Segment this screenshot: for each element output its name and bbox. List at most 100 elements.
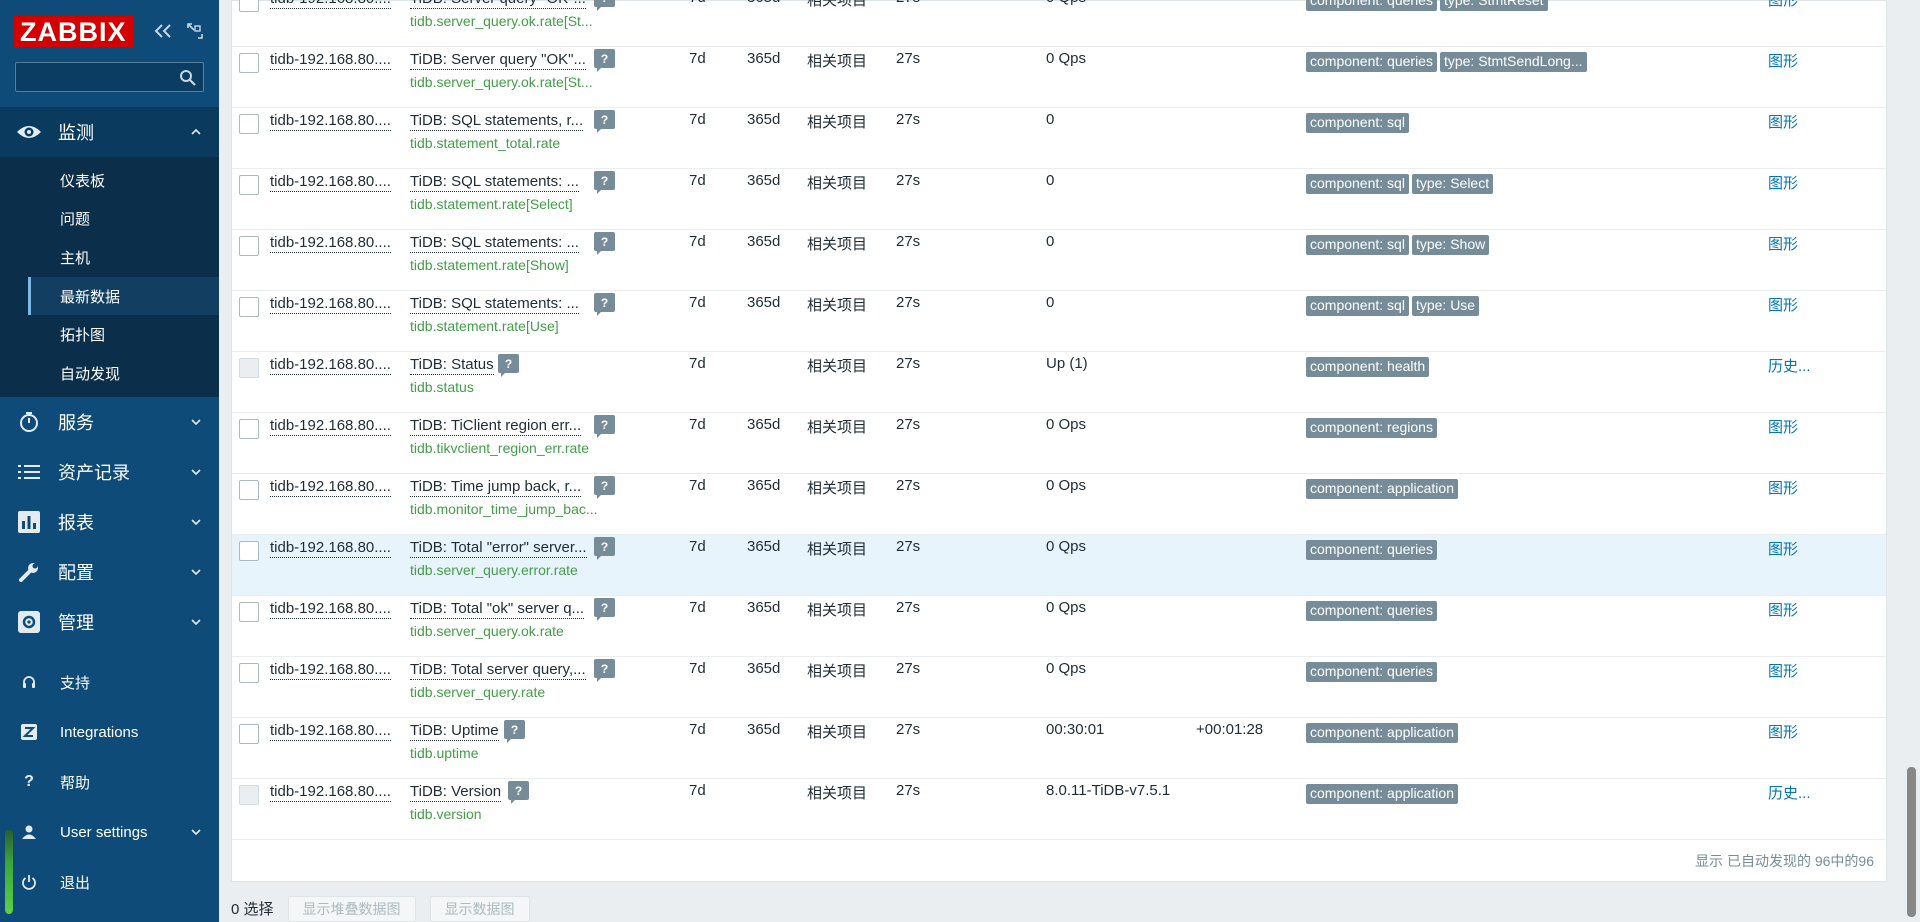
item-name-link[interactable]: TiDB: Total "ok" server q...	[410, 599, 585, 619]
tag-badge[interactable]: type: Use	[1411, 296, 1480, 316]
item-name-link[interactable]: TiDB: Uptime	[410, 721, 499, 741]
resize-handle[interactable]	[5, 830, 13, 914]
graph-history-link[interactable]: 图形	[1768, 538, 1798, 559]
host-link[interactable]: tidb-192.168.80....	[270, 172, 391, 192]
show-stacked-graph-button[interactable]: 显示堆叠数据图	[287, 895, 416, 922]
description-hint-icon[interactable]: ?	[498, 354, 519, 377]
tag-badge[interactable]: component: application	[1306, 784, 1458, 804]
item-name-link[interactable]: TiDB: TiClient region err...	[410, 416, 582, 436]
search-input[interactable]	[16, 63, 203, 91]
submenu-item-hosts[interactable]: 主机	[28, 238, 219, 277]
graph-history-link[interactable]: 图形	[1768, 416, 1798, 437]
menu-item-help[interactable]: ? 帮助	[0, 757, 219, 807]
graph-history-link[interactable]: 图形	[1768, 0, 1798, 10]
row-checkbox[interactable]	[239, 724, 259, 744]
menu-item-inventory[interactable]: 资产记录	[0, 447, 219, 497]
tag-badge[interactable]: component: queries	[1306, 0, 1437, 11]
submenu-item-latest-data[interactable]: 最新数据	[28, 276, 219, 316]
host-link[interactable]: tidb-192.168.80....	[270, 782, 391, 802]
description-hint-icon[interactable]: ?	[594, 659, 615, 682]
item-name-link[interactable]: TiDB: SQL statements: ...	[410, 233, 579, 253]
collapse-sidebar-icon[interactable]	[153, 21, 173, 41]
menu-item-integrations[interactable]: Integrations	[0, 707, 219, 757]
row-checkbox[interactable]	[239, 602, 259, 622]
description-hint-icon[interactable]: ?	[594, 537, 615, 560]
page-scrollbar[interactable]	[1902, 0, 1920, 922]
tag-badge[interactable]: type: StmtReset	[1439, 0, 1548, 11]
host-link[interactable]: tidb-192.168.80....	[270, 355, 391, 375]
menu-item-administration[interactable]: 管理	[0, 597, 219, 647]
item-name-link[interactable]: TiDB: Status	[410, 355, 494, 375]
row-checkbox[interactable]	[239, 663, 259, 683]
graph-history-link[interactable]: 图形	[1768, 172, 1798, 193]
submenu-item-maps[interactable]: 拓扑图	[28, 315, 219, 354]
menu-item-services[interactable]: 服务	[0, 397, 219, 447]
graph-history-link[interactable]: 图形	[1768, 111, 1798, 132]
host-link[interactable]: tidb-192.168.80....	[270, 416, 391, 436]
menu-item-support[interactable]: 支持	[0, 657, 219, 707]
row-checkbox[interactable]	[239, 114, 259, 134]
description-hint-icon[interactable]: ?	[594, 49, 615, 72]
host-link[interactable]: tidb-192.168.80....	[270, 50, 391, 70]
tag-badge[interactable]: type: StmtSendLong...	[1439, 52, 1587, 72]
search-icon[interactable]	[179, 69, 197, 87]
description-hint-icon[interactable]: ?	[508, 781, 529, 804]
row-checkbox[interactable]	[239, 53, 259, 73]
show-graph-button[interactable]: 显示数据图	[429, 895, 530, 922]
description-hint-icon[interactable]: ?	[594, 110, 615, 133]
description-hint-icon[interactable]: ?	[594, 598, 615, 621]
tag-badge[interactable]: component: regions	[1306, 418, 1437, 438]
row-checkbox[interactable]	[239, 419, 259, 439]
submenu-item-problems[interactable]: 问题	[28, 200, 219, 239]
host-link[interactable]: tidb-192.168.80....	[270, 721, 391, 741]
kiosk-mode-icon[interactable]	[185, 21, 205, 41]
zabbix-logo[interactable]: ZABBIX	[14, 15, 133, 47]
description-hint-icon[interactable]: ?	[594, 232, 615, 255]
tag-badge[interactable]: component: queries	[1306, 540, 1437, 560]
menu-item-user-settings[interactable]: User settings	[0, 807, 219, 857]
tag-badge[interactable]: component: sql	[1306, 113, 1409, 133]
host-link[interactable]: tidb-192.168.80....	[270, 233, 391, 253]
row-checkbox[interactable]	[239, 0, 259, 12]
menu-item-configuration[interactable]: 配置	[0, 547, 219, 597]
submenu-item-discovery[interactable]: 自动发现	[28, 354, 219, 393]
item-name-link[interactable]: TiDB: SQL statements: ...	[410, 294, 579, 314]
item-name-link[interactable]: TiDB: Total server query,...	[410, 660, 586, 680]
tag-badge[interactable]: component: application	[1306, 723, 1458, 743]
item-name-link[interactable]: TiDB: SQL statements, r...	[410, 111, 584, 131]
row-checkbox[interactable]	[239, 236, 259, 256]
item-name-link[interactable]: TiDB: Time jump back, r...	[410, 477, 582, 497]
description-hint-icon[interactable]: ?	[594, 415, 615, 438]
graph-history-link[interactable]: 图形	[1768, 50, 1798, 71]
host-link[interactable]: tidb-192.168.80....	[270, 477, 391, 497]
description-hint-icon[interactable]: ?	[594, 476, 615, 499]
description-hint-icon[interactable]: ?	[594, 293, 615, 316]
host-link[interactable]: tidb-192.168.80....	[270, 538, 391, 558]
host-link[interactable]: tidb-192.168.80....	[270, 111, 391, 131]
tag-badge[interactable]: component: sql	[1306, 235, 1409, 255]
item-name-link[interactable]: TiDB: Total "error" server...	[410, 538, 587, 558]
menu-item-monitoring[interactable]: 监测	[0, 107, 219, 157]
item-name-link[interactable]: TiDB: Version	[410, 782, 502, 802]
graph-history-link[interactable]: 图形	[1768, 294, 1798, 315]
tag-badge[interactable]: type: Show	[1411, 235, 1490, 255]
scrollbar-thumb[interactable]	[1907, 767, 1916, 917]
host-link[interactable]: tidb-192.168.80....	[270, 660, 391, 680]
tag-badge[interactable]: component: queries	[1306, 601, 1437, 621]
tag-badge[interactable]: component: health	[1306, 357, 1430, 377]
description-hint-icon[interactable]: ?	[594, 0, 615, 11]
tag-badge[interactable]: component: application	[1306, 479, 1458, 499]
description-hint-icon[interactable]: ?	[504, 720, 525, 743]
graph-history-link[interactable]: 图形	[1768, 477, 1798, 498]
graph-history-link[interactable]: 历史...	[1768, 782, 1811, 803]
graph-history-link[interactable]: 图形	[1768, 599, 1798, 620]
row-checkbox[interactable]	[239, 175, 259, 195]
tag-badge[interactable]: component: queries	[1306, 52, 1437, 72]
row-checkbox[interactable]	[239, 480, 259, 500]
graph-history-link[interactable]: 图形	[1768, 660, 1798, 681]
tag-badge[interactable]: component: sql	[1306, 174, 1409, 194]
row-checkbox[interactable]	[239, 297, 259, 317]
host-link[interactable]: tidb-192.168.80....	[270, 0, 391, 9]
tag-badge[interactable]: component: sql	[1306, 296, 1409, 316]
graph-history-link[interactable]: 历史...	[1768, 355, 1811, 376]
